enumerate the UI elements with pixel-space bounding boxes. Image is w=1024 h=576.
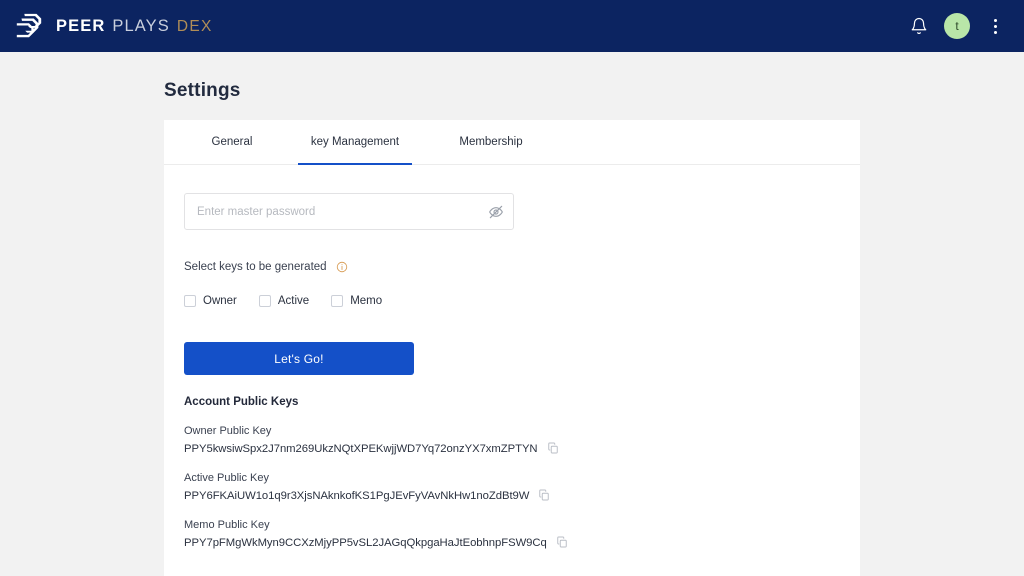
brand-text: PEER PLAYS DEX: [56, 17, 213, 36]
active-public-key-row: PPY6FKAiUW1o1q9r3XjsNAknkofKS1PgJEvFyVAv…: [184, 489, 860, 502]
copy-icon[interactable]: [538, 489, 550, 502]
checkbox-active[interactable]: Active: [258, 295, 310, 307]
brand-peer: PEER: [56, 16, 106, 35]
kebab-menu-icon[interactable]: [986, 16, 1004, 36]
checkbox-owner[interactable]: Owner: [184, 295, 237, 307]
active-public-key-value: PPY6FKAiUW1o1q9r3XjsNAknkofKS1PgJEvFyVAv…: [184, 489, 530, 502]
key-management-form: Select keys to be generated Owner Act: [164, 165, 860, 549]
lets-go-button[interactable]: Let's Go!: [184, 342, 414, 375]
brand-plays: PLAYS: [112, 16, 170, 35]
tab-general[interactable]: General: [184, 120, 280, 164]
active-public-key-block: Active Public Key PPY6FKAiUW1o1q9r3XjsNA…: [184, 472, 860, 502]
active-public-key-label: Active Public Key: [184, 472, 269, 484]
memo-public-key-block: Memo Public Key PPY7pFMgWkMyn9CCXzMjyPP5…: [184, 519, 860, 549]
checkbox-memo-box[interactable]: [331, 295, 344, 307]
tab-membership[interactable]: Membership: [436, 120, 546, 164]
tab-membership-label: Membership: [459, 136, 523, 148]
settings-card: General key Management Membership Enter …: [164, 120, 860, 576]
copy-icon[interactable]: [556, 536, 568, 549]
page-body: Settings General key Management Membersh…: [0, 80, 1024, 576]
owner-public-key-value: PPY5kwsiwSpx2J7nm269UkzNQtXPEKwjjWD7Yq72…: [184, 442, 538, 455]
memo-public-key-label: Memo Public Key: [184, 519, 270, 531]
key-type-checkboxes: Owner Active Memo: [184, 295, 860, 307]
owner-public-key-row: PPY5kwsiwSpx2J7nm269UkzNQtXPEKwjjWD7Yq72…: [184, 442, 860, 455]
checkbox-owner-label: Owner: [203, 295, 237, 307]
tab-key-management-label: key Management: [310, 136, 400, 148]
memo-public-key-value: PPY7pFMgWkMyn9CCXzMjyPP5vSL2JAGqQkpgaHaJ…: [184, 536, 547, 549]
owner-public-key-label: Owner Public Key: [184, 425, 272, 437]
checkbox-active-box[interactable]: [258, 295, 271, 307]
checkbox-owner-box[interactable]: [184, 295, 196, 307]
checkbox-memo-label: Memo: [350, 295, 383, 307]
brand-dex: DEX: [176, 17, 213, 35]
page-title: Settings: [164, 80, 241, 101]
brand[interactable]: PEER PLAYS DEX: [14, 11, 213, 41]
bell-icon[interactable]: [910, 17, 928, 35]
owner-public-key-block: Owner Public Key PPY5kwsiwSpx2J7nm269Ukz…: [184, 425, 860, 455]
memo-public-key-row: PPY7pFMgWkMyn9CCXzMjyPP5vSL2JAGqQkpgaHaJ…: [184, 536, 860, 549]
tab-key-management[interactable]: key Management: [298, 120, 412, 165]
checkbox-memo[interactable]: Memo: [331, 295, 382, 307]
avatar[interactable]: t: [944, 13, 970, 39]
settings-tabs: General key Management Membership: [164, 120, 860, 165]
select-keys-label: Select keys to be generated: [184, 261, 327, 273]
account-public-keys-heading: Account Public Keys: [184, 396, 299, 408]
checkbox-active-label: Active: [277, 295, 310, 307]
peerplays-logo-icon: [14, 11, 44, 41]
select-keys-row: Select keys to be generated: [184, 261, 860, 273]
master-password-input[interactable]: [184, 193, 514, 230]
info-circle-icon[interactable]: [336, 261, 348, 273]
copy-icon[interactable]: [547, 442, 559, 455]
app-header: PEER PLAYS DEX t: [0, 0, 1024, 52]
header-actions: t: [910, 13, 1004, 39]
tab-general-label: General: [211, 136, 253, 148]
master-password-field: [184, 193, 514, 230]
eye-slash-icon[interactable]: [488, 204, 504, 220]
